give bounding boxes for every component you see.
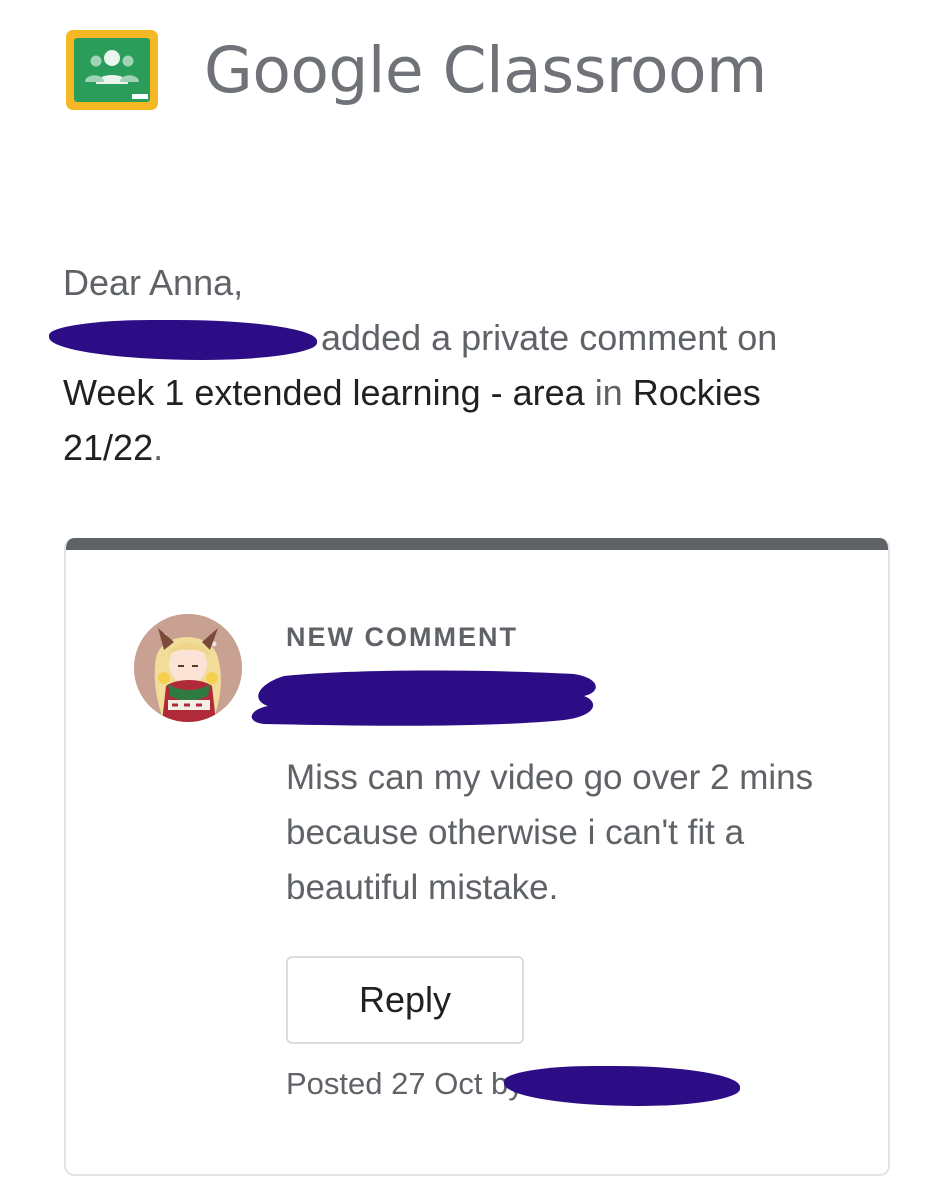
redacted-author-name [503, 1066, 740, 1106]
avatar [134, 614, 242, 722]
email-header: Google Classroom [66, 30, 767, 110]
reply-button[interactable]: Reply [286, 956, 524, 1044]
card-top-bar [66, 538, 888, 550]
brand-name: Google Classroom [204, 33, 767, 107]
assignment-link[interactable]: Week 1 extended learning - area [63, 372, 585, 413]
classroom-logo-icon [66, 30, 158, 110]
action-text: added a private comment on [321, 317, 778, 358]
redacted-name [49, 320, 317, 361]
posted-text: Posted 27 Oct by [286, 1066, 524, 1102]
email-intro: Dear Anna, added a private comment on We… [49, 255, 843, 475]
comment-card: NEW COMMENT Miss can my video go over 2 … [64, 538, 890, 1176]
posted-info: Posted 27 Oct by [286, 1066, 740, 1106]
redacted-commenter-name [244, 666, 606, 730]
end-punctuation: . [153, 427, 164, 468]
new-comment-label: NEW COMMENT [286, 622, 518, 652]
connector-text: in [594, 372, 623, 413]
greeting: Dear Anna, [63, 262, 244, 303]
comment-message: Miss can my video go over 2 mins because… [286, 758, 814, 907]
notification-text: added a private comment on Week 1 extend… [49, 310, 843, 475]
